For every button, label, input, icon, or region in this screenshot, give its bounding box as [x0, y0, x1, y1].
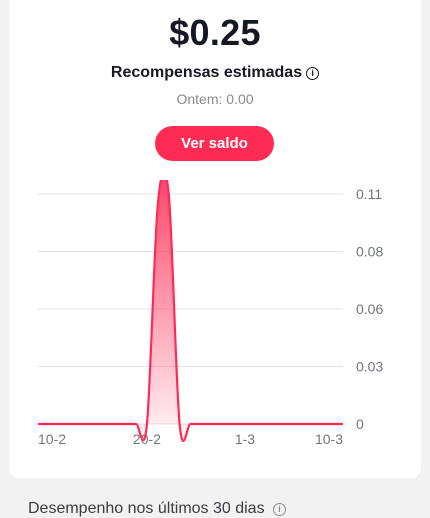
y-tick-label: 0 [356, 416, 364, 432]
y-tick-label: 0.11 [356, 186, 382, 202]
rewards-title-row[interactable]: Recompensas estimadas i [0, 64, 430, 82]
y-tick-label: 0.06 [356, 301, 383, 317]
x-tick-label: 10-3 [315, 431, 343, 447]
performance-section-title[interactable]: Desempenho nos últimos 30 dias i [28, 500, 287, 518]
y-tick-label: 0.03 [356, 359, 383, 375]
series-area [38, 180, 343, 442]
x-tick-label: 20-2 [133, 431, 161, 447]
y-tick-label: 0.08 [356, 244, 383, 260]
estimated-amount: $0.25 [169, 12, 261, 53]
performance-title: Desempenho nos últimos 30 dias [28, 500, 265, 517]
earnings-chart: 0.11 0.08 0.06 0.03 0 10-2 20-2 1-3 10-3 [38, 180, 383, 447]
series-line [38, 180, 343, 443]
info-icon[interactable]: i [273, 503, 287, 516]
x-tick-label: 10-2 [38, 431, 66, 447]
view-balance-button[interactable]: Ver saldo [155, 126, 274, 161]
rewards-title: Recompensas estimadas [110, 64, 303, 81]
x-tick-label: 1-3 [235, 431, 255, 447]
info-icon[interactable]: i [306, 67, 320, 80]
yesterday-earnings: Ontem: 0.00 [176, 91, 254, 107]
